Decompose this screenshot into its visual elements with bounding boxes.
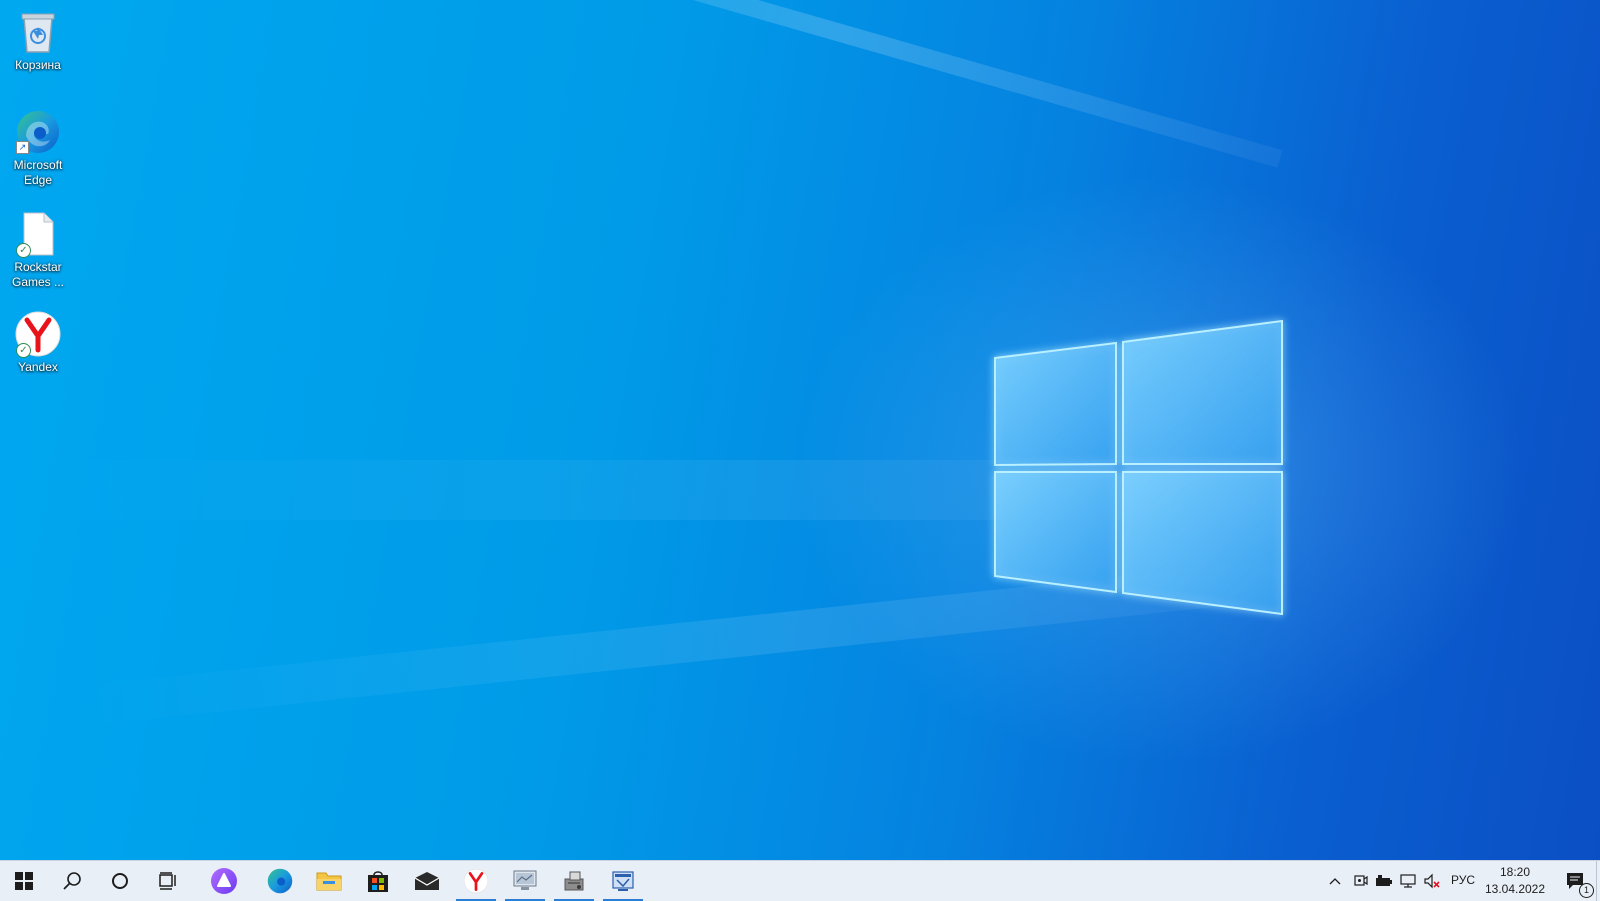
document-icon: ✓ bbox=[14, 210, 62, 258]
monitor-icon bbox=[513, 870, 537, 890]
yandex-taskbar-button[interactable] bbox=[452, 861, 500, 901]
installer-icon bbox=[564, 871, 584, 891]
desktop-icon-rockstar-games[interactable]: ✓ Rockstar Games ... bbox=[4, 210, 72, 290]
desktop-icon-yandex[interactable]: ✓ Yandex bbox=[4, 310, 72, 375]
battery-icon[interactable] bbox=[1374, 871, 1394, 891]
search-icon bbox=[63, 872, 81, 890]
edge-icon bbox=[267, 868, 293, 894]
app-window-2-button[interactable] bbox=[550, 861, 598, 901]
desktop-icon-label-text: Microsoft Edge bbox=[13, 158, 63, 187]
volume-muted-icon[interactable] bbox=[1422, 871, 1442, 891]
windows-logo-art bbox=[994, 319, 1283, 616]
desktop-wallpaper: Корзина ↗ Microsoft Edge ✓ Rockstar Game… bbox=[0, 0, 1600, 860]
circle-icon bbox=[112, 873, 128, 889]
yandex-browser-icon: ✓ bbox=[14, 310, 62, 358]
action-center-button[interactable]: 1 bbox=[1556, 861, 1596, 901]
network-icon[interactable] bbox=[1398, 871, 1418, 891]
mail-button[interactable] bbox=[403, 861, 451, 901]
show-desktop-button[interactable] bbox=[1596, 861, 1600, 901]
desktop-icon-label: Корзина bbox=[15, 58, 61, 72]
notification-count-badge: 1 bbox=[1579, 883, 1594, 898]
desktop-icon-recycle-bin[interactable]: Корзина bbox=[4, 8, 72, 73]
folder-icon bbox=[316, 872, 342, 891]
cortana-button[interactable] bbox=[96, 861, 144, 901]
setup-icon bbox=[612, 871, 634, 891]
chevron-up-icon[interactable] bbox=[1325, 871, 1345, 891]
mail-icon bbox=[414, 872, 440, 890]
sync-status-icon: ✓ bbox=[16, 243, 31, 258]
meet-now-icon[interactable] bbox=[1351, 871, 1371, 891]
app-window-1-button[interactable] bbox=[501, 861, 549, 901]
taskbar: РУС 18:20 13.04.2022 1 bbox=[0, 860, 1600, 901]
app-window-3-button[interactable] bbox=[599, 861, 647, 901]
store-icon bbox=[368, 871, 388, 892]
windows-logo-icon bbox=[15, 872, 33, 890]
input-language-indicator[interactable]: РУС bbox=[1451, 873, 1475, 887]
start-button[interactable] bbox=[0, 861, 48, 901]
desktop-icon-microsoft-edge[interactable]: ↗ Microsoft Edge bbox=[4, 108, 72, 188]
task-view-icon bbox=[159, 872, 176, 890]
clock-time: 18:20 bbox=[1499, 865, 1531, 879]
shortcut-arrow-icon: ↗ bbox=[16, 141, 29, 154]
edge-icon: ↗ bbox=[14, 108, 62, 156]
desktop-icon-label: Yandex bbox=[18, 360, 58, 374]
clock-date: 13.04.2022 bbox=[1484, 882, 1546, 896]
store-button[interactable] bbox=[354, 861, 402, 901]
edge-taskbar-button[interactable] bbox=[256, 861, 304, 901]
taskbar-clock[interactable]: 18:20 13.04.2022 bbox=[1480, 864, 1550, 898]
recycle-bin-icon bbox=[14, 8, 62, 56]
yandex-browser-icon bbox=[463, 868, 489, 894]
desktop-icon-label: Rockstar Games ... bbox=[11, 260, 64, 289]
file-explorer-button[interactable] bbox=[305, 861, 353, 901]
task-view-button[interactable] bbox=[144, 861, 192, 901]
desktop-icon-label: Microsoft Edge bbox=[4, 158, 72, 188]
search-button[interactable] bbox=[48, 861, 96, 901]
sync-status-icon: ✓ bbox=[16, 343, 31, 358]
alice-assistant-icon bbox=[211, 868, 237, 894]
alice-button[interactable] bbox=[200, 861, 248, 901]
